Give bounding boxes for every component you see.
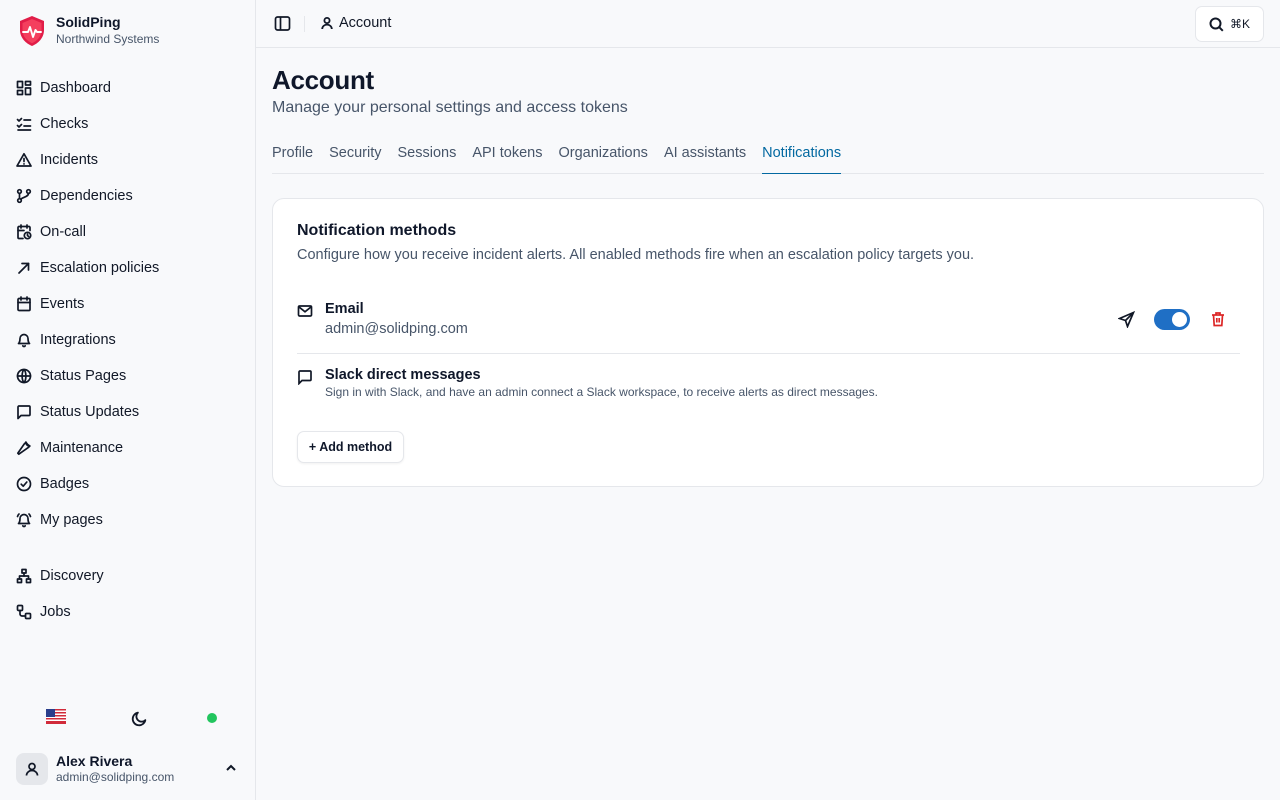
sidebar-item-dashboard[interactable]: Dashboard (0, 70, 255, 106)
sidebar-secondary-nav: Discovery Jobs (0, 558, 255, 630)
send-test-icon[interactable] (1118, 311, 1135, 328)
sidebar-nav: Dashboard Checks Incidents Dependencies … (0, 70, 255, 538)
trash-icon[interactable] (1210, 311, 1226, 327)
sidebar-item-status-updates[interactable]: Status Updates (0, 394, 255, 430)
method-description: Sign in with Slack, and have an admin co… (325, 385, 878, 399)
user-icon (25, 762, 39, 776)
globe-icon (16, 368, 32, 384)
sidebar-footer (0, 700, 255, 736)
sidebar-item-label: Status Updates (40, 404, 140, 420)
user-email: admin@solidping.com (56, 770, 175, 784)
warning-triangle-icon (16, 152, 32, 167)
tab-notifications[interactable]: Notifications (762, 143, 842, 174)
calendar-icon (17, 296, 31, 312)
sidebar-item-escalation-policies[interactable]: Escalation policies (0, 250, 255, 286)
sidebar-item-label: Maintenance (40, 440, 124, 456)
breadcrumb: Account (320, 15, 391, 31)
sidebar-item-label: Integrations (40, 332, 116, 348)
user-menu[interactable]: Alex Rivera admin@solidping.com (16, 752, 246, 786)
sidebar-item-label: Dashboard (40, 80, 111, 96)
card-description: Configure how you receive incident alert… (297, 247, 975, 263)
git-branch-icon (16, 188, 32, 204)
us-flag-icon[interactable] (46, 709, 66, 724)
divider (304, 16, 305, 32)
main-content: Account Manage your personal settings an… (256, 49, 1280, 800)
sidebar-item-label: Jobs (40, 604, 71, 620)
card-title: Notification methods (297, 222, 457, 239)
avatar (16, 753, 48, 785)
org-name: Northwind Systems (56, 32, 160, 46)
topbar: Account ⌘K (256, 0, 1280, 48)
brand[interactable]: SolidPing Northwind Systems (18, 14, 159, 47)
sidebar-item-jobs[interactable]: Jobs (0, 594, 255, 630)
tab-organizations[interactable]: Organizations (558, 143, 647, 174)
user-name: Alex Rivera (56, 753, 133, 769)
sidebar-item-discovery[interactable]: Discovery (0, 558, 255, 594)
sidebar-item-label: On-call (40, 224, 86, 240)
add-method-button[interactable]: + Add method (297, 431, 404, 463)
sidebar-item-on-call[interactable]: On-call (0, 214, 255, 250)
status-dot (207, 713, 217, 723)
wrench-icon (16, 441, 31, 456)
moon-icon[interactable] (131, 710, 148, 727)
method-name: Slack direct messages (325, 367, 481, 383)
message-square-icon (17, 405, 31, 420)
tab-profile[interactable]: Profile (272, 143, 313, 174)
page-title: Account (272, 65, 374, 95)
sidebar-item-dependencies[interactable]: Dependencies (0, 178, 255, 214)
user-icon (321, 17, 333, 30)
sidebar-item-label: Escalation policies (40, 260, 160, 276)
brand-name: SolidPing (56, 14, 121, 30)
method-name: Email (325, 301, 364, 317)
method-row-slack: Slack direct messages Sign in with Slack… (297, 365, 1240, 405)
sidebar-item-maintenance[interactable]: Maintenance (0, 430, 255, 466)
sidebar-item-label: Checks (40, 116, 89, 132)
sidebar-item-label: My pages (40, 512, 103, 528)
sidebar-item-events[interactable]: Events (0, 286, 255, 322)
bell-icon (17, 333, 31, 348)
dashboard-icon (16, 80, 32, 96)
sidebar-item-badges[interactable]: Badges (0, 466, 255, 502)
sidebar-item-label: Events (40, 296, 85, 312)
tab-security[interactable]: Security (329, 143, 381, 174)
email-enabled-toggle[interactable] (1154, 309, 1190, 330)
workflow-icon (16, 604, 32, 620)
sidebar-item-status-pages[interactable]: Status Pages (0, 358, 255, 394)
method-value: admin@solidping.com (325, 321, 468, 337)
mail-icon (297, 305, 313, 317)
search-button[interactable]: ⌘K (1195, 6, 1264, 42)
tab-api-tokens[interactable]: API tokens (472, 143, 542, 174)
page-subtitle: Manage your personal settings and access… (272, 99, 628, 116)
chevron-up-icon[interactable] (224, 761, 238, 775)
account-tabs: Profile Security Sessions API tokens Org… (272, 143, 1264, 174)
calendar-clock-icon (17, 224, 32, 240)
sidebar-toggle-icon[interactable] (274, 15, 291, 32)
sidebar-item-integrations[interactable]: Integrations (0, 322, 255, 358)
bell-ring-icon (16, 513, 32, 528)
arrow-up-right-icon (18, 262, 30, 274)
sidebar-item-label: Discovery (40, 568, 104, 584)
sidebar-item-label: Status Pages (40, 368, 127, 384)
message-square-icon (298, 370, 312, 385)
tab-sessions[interactable]: Sessions (398, 143, 457, 174)
method-row-email: Email admin@solidping.com (297, 299, 1240, 354)
sidebar-item-checks[interactable]: Checks (0, 106, 255, 142)
network-icon (16, 568, 32, 584)
sidebar-item-label: Badges (40, 476, 90, 492)
list-checks-icon (16, 117, 32, 131)
shield-pulse-logo-icon (20, 16, 44, 46)
breadcrumb-label: Account (339, 15, 392, 31)
search-shortcut: ⌘K (1229, 17, 1250, 31)
check-circle-icon (16, 476, 32, 492)
sidebar-item-incidents[interactable]: Incidents (0, 142, 255, 178)
sidebar-item-label: Incidents (40, 152, 99, 168)
sidebar-item-label: Dependencies (40, 188, 133, 204)
sidebar-item-my-pages[interactable]: My pages (0, 502, 255, 538)
notification-methods-card: Notification methods Configure how you r… (272, 198, 1264, 487)
sidebar: SolidPing Northwind Systems Dashboard Ch… (0, 0, 256, 800)
toggle-knob (1172, 312, 1187, 327)
search-icon (1209, 17, 1224, 32)
tab-ai-assistants[interactable]: AI assistants (664, 143, 746, 174)
